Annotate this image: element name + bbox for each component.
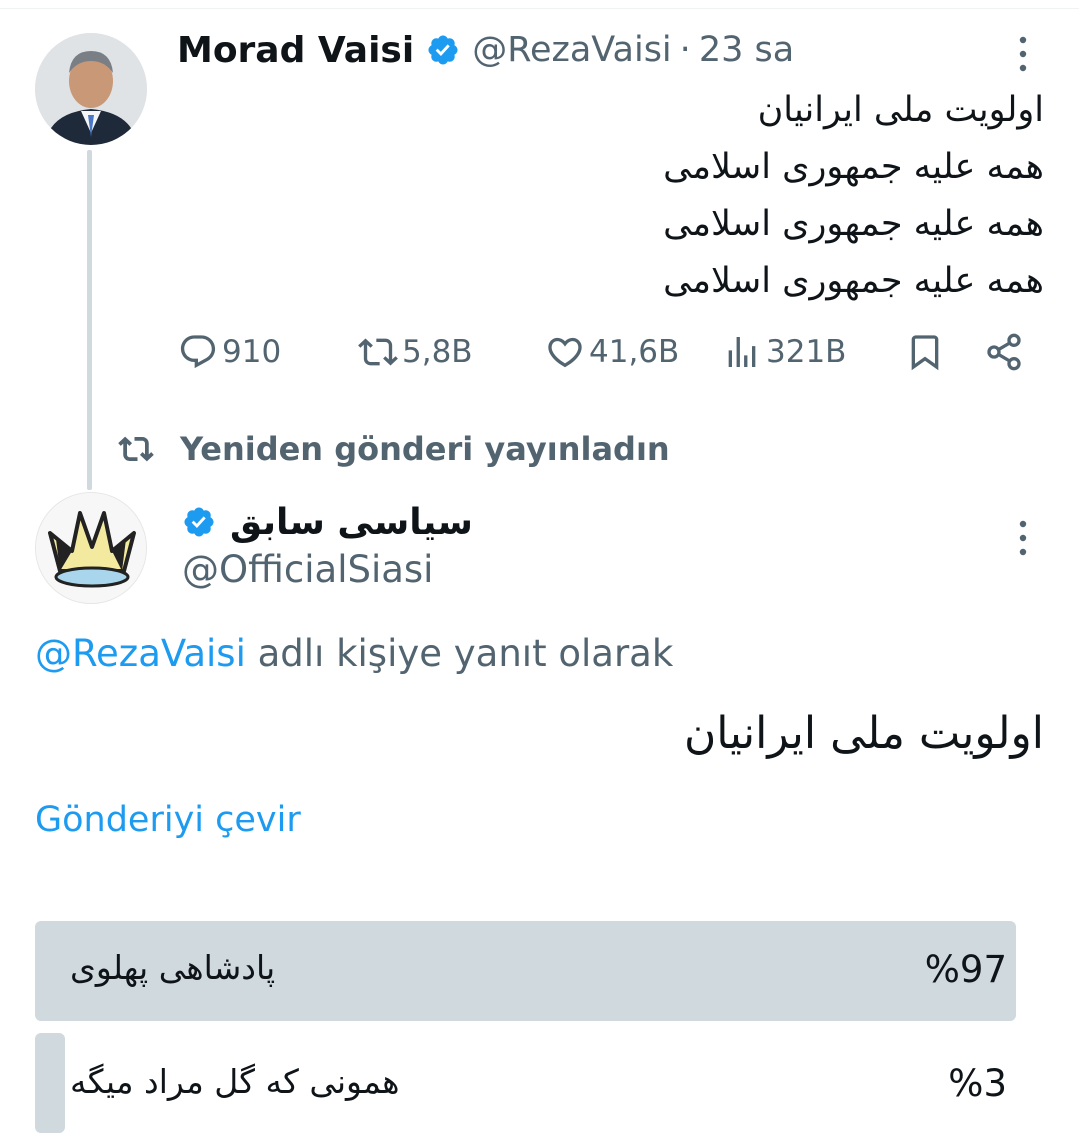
author-name[interactable]: Morad Vaisi (177, 30, 414, 71)
views-icon (728, 337, 756, 367)
tweet-timestamp[interactable]: 23 sa (699, 30, 794, 70)
share-button[interactable] (984, 325, 1028, 379)
views-count: 321B (766, 334, 847, 370)
like-button[interactable]: 41,6B (545, 325, 679, 379)
avatar-morad-vaisi[interactable] (35, 33, 147, 145)
views-button[interactable]: 321B (722, 325, 846, 379)
tweet1-text: اولویت ملی ایرانیان همه علیه جمهوری اسلا… (344, 82, 1044, 310)
tweet-line: همه علیه جمهوری اسلامی (663, 204, 1044, 244)
tweet-line: همه علیه جمهوری اسلامی (663, 261, 1044, 301)
avatar-portrait-image (35, 33, 147, 145)
share-icon (987, 333, 1021, 371)
like-icon (548, 337, 582, 368)
poll-option-percent: %97 (924, 948, 1007, 991)
tweet-line: همه علیه جمهوری اسلامی (663, 147, 1044, 187)
reply-button[interactable]: 910 (178, 325, 281, 379)
repost-icon (358, 338, 398, 366)
author-handle[interactable]: @RezaVaisi (472, 30, 671, 70)
more-vertical-icon[interactable] (1017, 518, 1029, 558)
poll-option-label: همونی که گل مراد میگه (70, 1062, 400, 1101)
reply-mention-link[interactable]: @RezaVaisi (35, 632, 246, 675)
like-count: 41,6B (589, 334, 680, 370)
replying-to: @RezaVaisi adlı kişiye yanıt olarak (35, 632, 673, 675)
translate-post-link[interactable]: Gönderiyi çevir (35, 800, 301, 840)
tweet-line: اولویت ملی ایرانیان (757, 90, 1044, 130)
header-separator: · (679, 30, 691, 70)
verified-badge-icon[interactable] (426, 33, 460, 67)
repost-button[interactable]: 5,8B (358, 325, 473, 379)
author-handle[interactable]: @OfficialSiasi (182, 548, 433, 591)
tweet2-text: اولویت ملی ایرانیان (683, 708, 1044, 759)
poll-option-percent: %3 (948, 1062, 1007, 1105)
tweet1-header: Morad Vaisi @RezaVaisi · 23 sa (177, 26, 794, 74)
poll-option-label: پادشاهی پهلوی (70, 948, 276, 987)
verified-badge-icon[interactable] (182, 505, 216, 539)
tweet2-author: سیاسی سابق (182, 496, 473, 548)
bookmark-icon (911, 335, 939, 371)
reply-to-suffix: adlı kişiye yanıt olarak (245, 632, 674, 675)
avatar-official-siasi[interactable] (35, 492, 147, 604)
top-divider (0, 8, 1079, 9)
thread-connector-line (87, 150, 92, 490)
poll-option-bar (35, 1033, 65, 1133)
more-vertical-icon[interactable] (1017, 34, 1029, 74)
author-name[interactable]: سیاسی سابق (230, 502, 473, 543)
reply-count: 910 (222, 334, 282, 370)
repost-icon (118, 436, 154, 462)
reply-icon (180, 335, 216, 369)
repost-count: 5,8B (402, 334, 473, 370)
repost-context: Yeniden gönderi yayınladın (118, 425, 670, 473)
bookmark-button[interactable] (905, 325, 949, 379)
repost-context-label: Yeniden gönderi yayınladın (180, 430, 670, 468)
crown-logo-image (36, 493, 146, 603)
